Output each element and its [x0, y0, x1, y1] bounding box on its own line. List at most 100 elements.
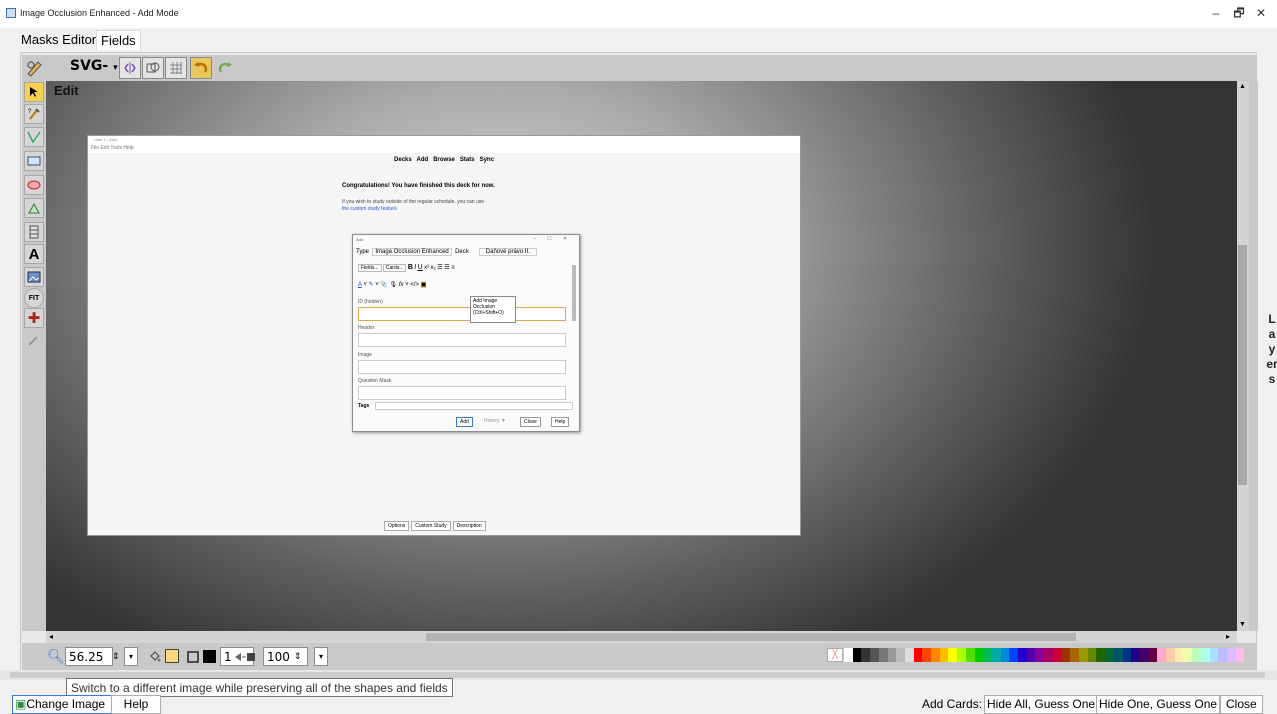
- palette-swatch[interactable]: [974, 648, 984, 662]
- text-tool-icon[interactable]: A: [24, 244, 44, 264]
- palette-swatch[interactable]: [948, 648, 958, 662]
- move-tool-icon[interactable]: ✚: [24, 308, 44, 328]
- palette-swatch[interactable]: [844, 648, 853, 662]
- no-color-swatch[interactable]: ╳: [827, 648, 843, 662]
- layers-label[interactable]: Layers: [1266, 312, 1277, 387]
- palette-swatch[interactable]: [1052, 648, 1062, 662]
- palette-swatch[interactable]: [1105, 648, 1114, 662]
- palette-swatch[interactable]: [1148, 648, 1158, 662]
- undo-icon[interactable]: [190, 57, 212, 79]
- layers-panel-handle[interactable]: [1249, 81, 1258, 631]
- dialog-history-button: History ▼: [484, 418, 506, 424]
- fill-color-swatch[interactable]: [165, 649, 179, 663]
- palette-swatch[interactable]: [904, 648, 914, 662]
- minimize-button[interactable]: –: [1205, 4, 1227, 22]
- palette-swatch[interactable]: [1174, 648, 1184, 662]
- svg-menu-button[interactable]: SVG- ▾: [70, 58, 118, 74]
- grid-icon[interactable]: [165, 57, 187, 79]
- embedded-nav-add: Add: [416, 157, 429, 163]
- palette-swatch[interactable]: [1209, 648, 1219, 662]
- text-color-icon: A: [358, 282, 362, 288]
- palette-swatch[interactable]: [1087, 648, 1097, 662]
- node-edit-tool-icon[interactable]: ?: [24, 104, 44, 124]
- palette-swatch[interactable]: [1070, 648, 1079, 662]
- zoom-input[interactable]: 56.25: [65, 647, 113, 666]
- palette-swatch[interactable]: [1200, 648, 1210, 662]
- palette-swatch[interactable]: [1139, 648, 1149, 662]
- palette-swatch[interactable]: [957, 648, 966, 662]
- opacity-dropdown-icon[interactable]: ▾: [314, 647, 328, 666]
- palette-swatch[interactable]: [913, 648, 923, 662]
- maximize-button[interactable]: 🗗: [1228, 4, 1250, 22]
- layer-tool-icon[interactable]: [24, 222, 44, 242]
- palette-swatch[interactable]: [1009, 648, 1019, 662]
- rectangle-tool-icon[interactable]: [24, 151, 44, 171]
- stroke-icon[interactable]: [184, 647, 202, 666]
- scroll-left-icon[interactable]: ◂: [49, 632, 53, 641]
- palette-swatch[interactable]: [1078, 648, 1088, 662]
- scroll-right-icon[interactable]: ▸: [1226, 632, 1230, 641]
- palette-swatch[interactable]: [991, 648, 1001, 662]
- palette-swatch[interactable]: [861, 648, 871, 662]
- hide-one-guess-one-button[interactable]: Hide One, Guess One: [1096, 695, 1221, 714]
- eyedropper-tool-icon[interactable]: [24, 330, 44, 350]
- palette-swatch[interactable]: [1218, 648, 1227, 662]
- zoom-dropdown-icon[interactable]: ▾: [124, 647, 138, 666]
- palette-swatch[interactable]: [896, 648, 905, 662]
- select-tool-icon[interactable]: [24, 82, 44, 102]
- palette-swatch[interactable]: [1166, 648, 1175, 662]
- help-button[interactable]: Help: [111, 695, 161, 714]
- hide-all-guess-one-button[interactable]: Hide All, Guess One: [984, 695, 1099, 714]
- polygon-tool-icon[interactable]: [24, 198, 44, 218]
- path-tool-icon[interactable]: [24, 127, 44, 147]
- palette-swatch[interactable]: [1157, 648, 1167, 662]
- align-icon[interactable]: [119, 57, 141, 79]
- palette-swatch[interactable]: [1026, 648, 1036, 662]
- group-icon[interactable]: [142, 57, 164, 79]
- palette-swatch[interactable]: [1113, 648, 1123, 662]
- palette-swatch[interactable]: [1044, 648, 1053, 662]
- palette-swatch[interactable]: [1226, 648, 1236, 662]
- horizontal-scroll-thumb[interactable]: [426, 633, 1076, 641]
- redo-icon[interactable]: [214, 57, 236, 79]
- palette-swatch[interactable]: [1061, 648, 1071, 662]
- palette-swatch[interactable]: [1131, 648, 1140, 662]
- palette-swatch[interactable]: [878, 648, 888, 662]
- tab-masks-editor[interactable]: Masks Editor: [17, 30, 101, 50]
- vertical-scroll-thumb[interactable]: [1238, 245, 1247, 485]
- palette-swatch[interactable]: [965, 648, 975, 662]
- palette-swatch[interactable]: [870, 648, 879, 662]
- zoom-stepper-icon[interactable]: ⇕: [112, 647, 120, 666]
- palette-swatch[interactable]: [1018, 648, 1027, 662]
- palette-swatch[interactable]: [1192, 648, 1201, 662]
- image-tool-icon[interactable]: [24, 267, 44, 287]
- svg-edit-logo-icon[interactable]: [24, 57, 46, 79]
- ellipse-tool-icon[interactable]: [24, 175, 44, 195]
- close-window-button[interactable]: ✕: [1250, 4, 1272, 22]
- palette-swatch[interactable]: [931, 648, 940, 662]
- palette-swatch[interactable]: [852, 648, 862, 662]
- close-button[interactable]: Close: [1220, 695, 1263, 714]
- opacity-stepper-icon[interactable]: ⇕: [294, 647, 302, 666]
- fill-paint-icon[interactable]: [146, 647, 164, 666]
- vertical-scrollbar[interactable]: ▲ ▼: [1237, 81, 1249, 631]
- palette-swatch[interactable]: [1000, 648, 1010, 662]
- tab-fields[interactable]: Fields: [96, 30, 141, 50]
- color-palette[interactable]: [844, 648, 1245, 662]
- palette-swatch[interactable]: [1183, 648, 1193, 662]
- horizontal-scrollbar[interactable]: ◂ ▸: [46, 631, 1237, 643]
- palette-swatch[interactable]: [1122, 648, 1132, 662]
- palette-swatch[interactable]: [939, 648, 949, 662]
- palette-swatch[interactable]: [887, 648, 897, 662]
- change-image-button[interactable]: ▣Change Image: [12, 695, 113, 714]
- fit-zoom-icon[interactable]: FIT: [24, 288, 44, 308]
- drawing-canvas[interactable]: Edit User 1 - Anki File Edit Tools Help …: [46, 81, 1237, 631]
- palette-swatch[interactable]: [1035, 648, 1045, 662]
- scroll-up-icon[interactable]: ▲: [1239, 83, 1246, 90]
- palette-swatch[interactable]: [1096, 648, 1106, 662]
- palette-swatch[interactable]: [983, 648, 992, 662]
- palette-swatch[interactable]: [1235, 648, 1245, 662]
- palette-swatch[interactable]: [922, 648, 932, 662]
- scroll-down-icon[interactable]: ▼: [1239, 621, 1246, 628]
- stroke-color-swatch[interactable]: [203, 650, 216, 663]
